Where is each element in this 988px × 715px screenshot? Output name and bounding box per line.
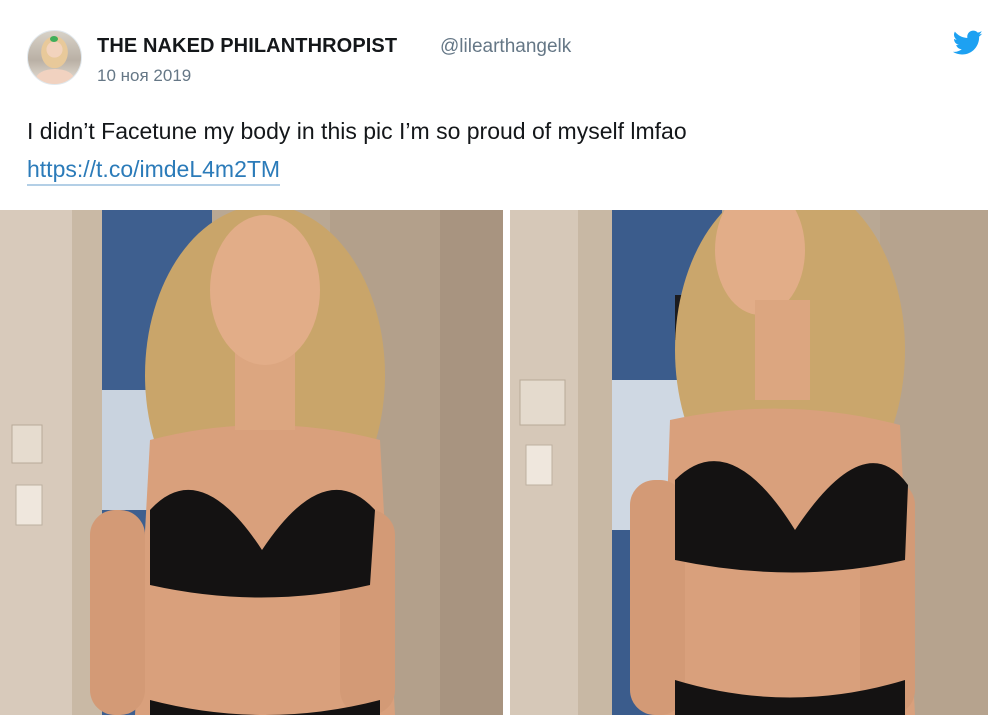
author-name[interactable]: THE NAKED PHILANTHROPIST [97, 35, 397, 58]
tweet-card: THE NAKED PHILANTHROPIST @lilearthangelk… [0, 0, 988, 715]
tweet-text: I didn’t Facetune my body in this pic I’… [27, 118, 687, 144]
twitter-bird-icon[interactable] [953, 30, 983, 56]
avatar[interactable] [27, 30, 82, 85]
author-handle[interactable]: @lilearthangelk [440, 36, 571, 58]
tweet-date[interactable]: 10 ноя 2019 [97, 66, 191, 86]
photo-left[interactable] [0, 210, 503, 715]
tweet-link[interactable]: https://t.co/imdeL4m2TM [27, 154, 281, 186]
avatar-shoulders [36, 69, 74, 84]
photo-right[interactable] [510, 210, 988, 715]
avatar-halo [50, 36, 58, 42]
